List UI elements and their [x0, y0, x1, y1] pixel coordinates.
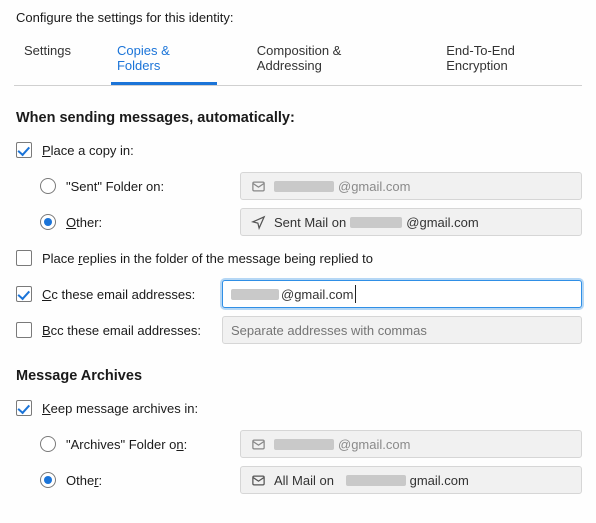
- sending-other-folder-value: Sent Mail on @gmail.com: [274, 215, 479, 230]
- archives-other-folder-select[interactable]: All Mail on gmail.com: [240, 466, 582, 494]
- cc-value-suffix: @gmail.com: [281, 287, 353, 302]
- sending-other-folder-select[interactable]: Sent Mail on @gmail.com: [240, 208, 582, 236]
- envelope-icon: [251, 437, 266, 452]
- keep-archives-checkbox[interactable]: [16, 400, 32, 416]
- archives-folder-account-select[interactable]: @gmail.com: [240, 430, 582, 458]
- bcc-input[interactable]: [222, 316, 582, 344]
- bcc-row: Bcc these email addresses:: [14, 316, 582, 344]
- bcc-label: Bcc these email addresses:: [42, 323, 201, 338]
- archives-other-label: Other:: [66, 473, 102, 488]
- sent-folder-account-select[interactable]: @gmail.com: [240, 172, 582, 200]
- sent-folder-radio[interactable]: [40, 178, 56, 194]
- sending-other-label: Other:: [66, 215, 102, 230]
- tab-composition[interactable]: Composition & Addressing: [251, 33, 406, 85]
- keep-archives-label: Keep message archives in:: [42, 401, 198, 416]
- sent-folder-account-value: @gmail.com: [274, 179, 410, 194]
- place-copy-checkbox[interactable]: [16, 142, 32, 158]
- envelope-icon: [251, 473, 266, 488]
- cc-value-redacted: [231, 289, 279, 300]
- cc-label: Cc these email addresses:: [42, 287, 195, 302]
- cc-row: Cc these email addresses: @gmail.com: [14, 280, 582, 308]
- archives-other-row: Other: All Mail on gmail.com: [14, 466, 582, 494]
- tab-e2e-encryption[interactable]: End-To-End Encryption: [440, 33, 578, 85]
- place-copy-row[interactable]: Place a copy in:: [14, 136, 582, 164]
- archives-folder-radio[interactable]: [40, 436, 56, 452]
- configure-identity-text: Configure the settings for this identity…: [16, 10, 582, 25]
- envelope-icon: [251, 179, 266, 194]
- cc-input[interactable]: @gmail.com: [222, 280, 582, 308]
- place-replies-checkbox[interactable]: [16, 250, 32, 266]
- archives-other-folder-value: All Mail on gmail.com: [274, 473, 469, 488]
- sent-folder-row: "Sent" Folder on: @gmail.com: [14, 172, 582, 200]
- place-replies-label: Place replies in the folder of the messa…: [42, 251, 373, 266]
- archives-folder-account-value: @gmail.com: [274, 437, 410, 452]
- tab-copies-folders[interactable]: Copies & Folders: [111, 33, 217, 85]
- tabs: Settings Copies & Folders Composition & …: [14, 33, 582, 86]
- place-replies-row[interactable]: Place replies in the folder of the messa…: [14, 244, 582, 272]
- sending-other-radio[interactable]: [40, 214, 56, 230]
- bcc-checkbox[interactable]: [16, 322, 32, 338]
- sending-other-row: Other: Sent Mail on @gmail.com: [14, 208, 582, 236]
- section-archives-title: Message Archives: [16, 368, 582, 384]
- place-copy-label: Place a copy in:: [42, 143, 134, 158]
- sent-folder-label: "Sent" Folder on:: [66, 179, 164, 194]
- keep-archives-row[interactable]: Keep message archives in:: [14, 394, 582, 422]
- send-icon: [251, 215, 266, 230]
- archives-folder-label: "Archives" Folder on:: [66, 437, 187, 452]
- cc-checkbox[interactable]: [16, 286, 32, 302]
- section-sending-title: When sending messages, automatically:: [16, 110, 582, 126]
- archives-folder-row: "Archives" Folder on: @gmail.com: [14, 430, 582, 458]
- tab-settings[interactable]: Settings: [18, 33, 77, 85]
- archives-other-radio[interactable]: [40, 472, 56, 488]
